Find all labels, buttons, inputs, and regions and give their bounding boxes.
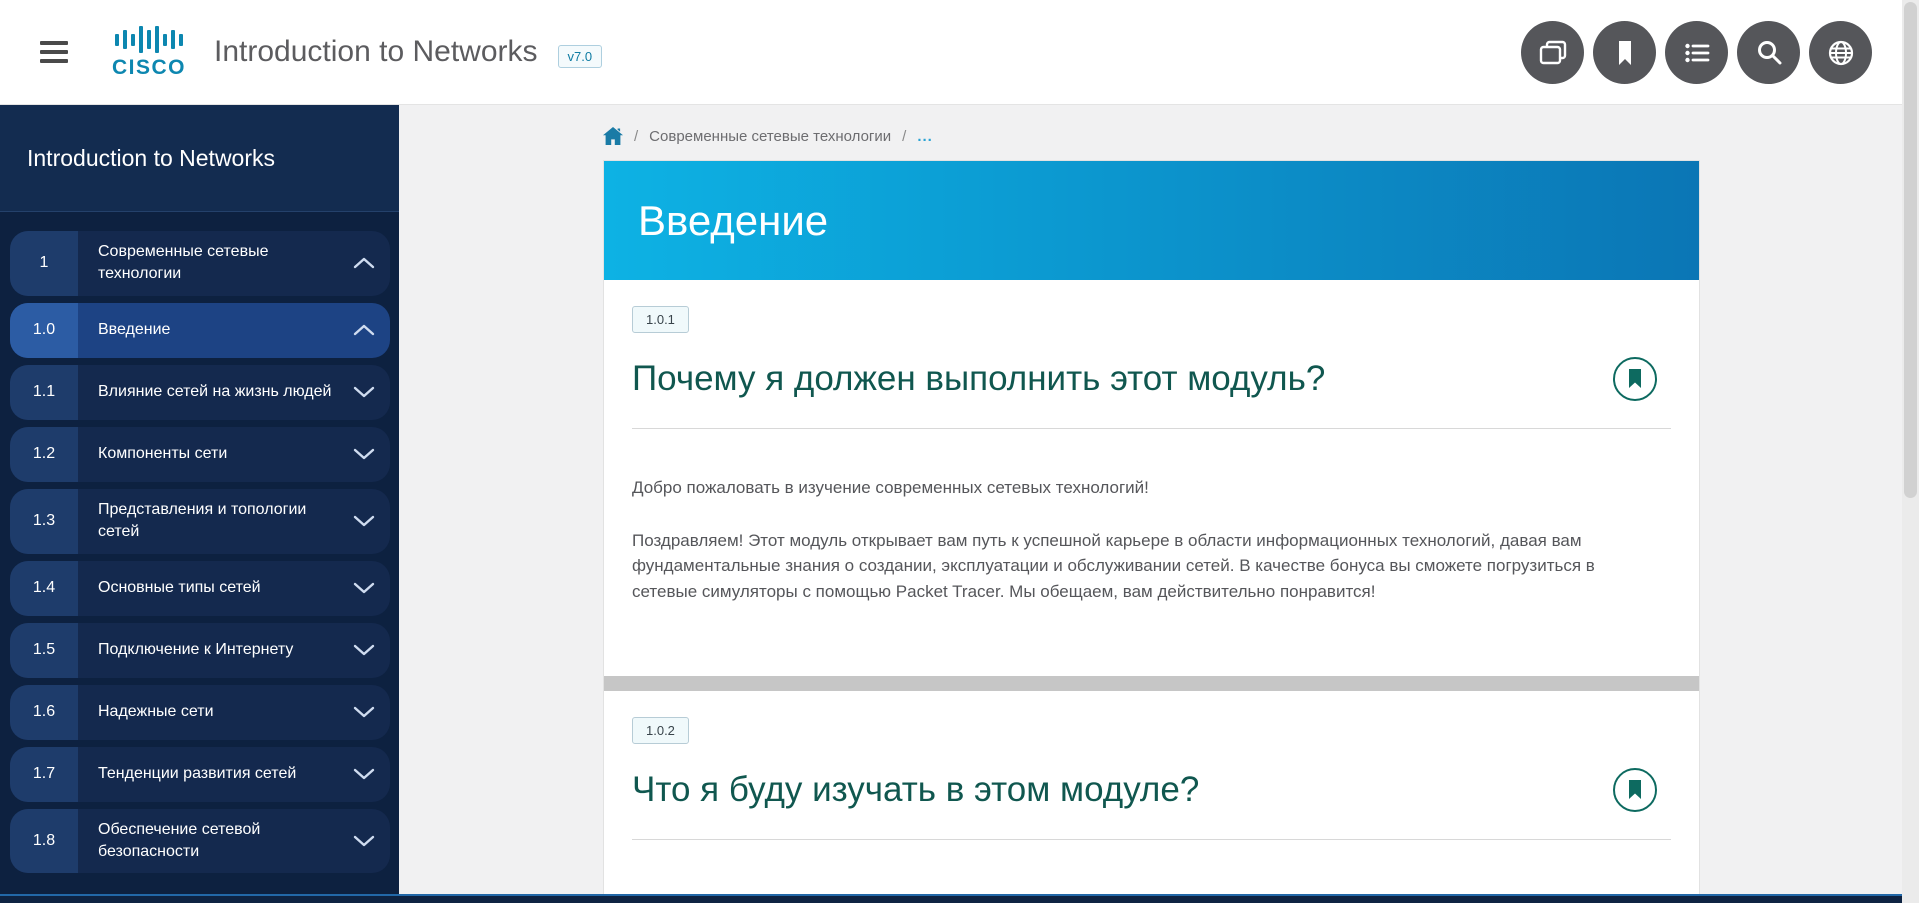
section-divider bbox=[632, 839, 1671, 840]
home-icon[interactable] bbox=[603, 127, 623, 145]
module-number: 1.3 bbox=[10, 489, 78, 554]
sidebar-item-1-2[interactable]: 1.2 Компоненты сети bbox=[10, 427, 390, 482]
chevron-down-icon bbox=[342, 623, 386, 678]
page-scrollbar[interactable] bbox=[1902, 0, 1919, 903]
globe-icon[interactable] bbox=[1809, 21, 1872, 84]
section-title: Почему я должен выполнить этот модуль? bbox=[632, 359, 1325, 399]
section-title: Что я буду изучать в этом модуле? bbox=[632, 770, 1199, 810]
module-number: 1.7 bbox=[10, 747, 78, 802]
module-label: Обеспечение сетевой безопасности bbox=[78, 809, 342, 874]
section-1-0-2: 1.0.2 Что я буду изучать в этом модуле? … bbox=[604, 691, 1699, 903]
module-banner: Введение bbox=[604, 161, 1699, 280]
footer-bar bbox=[0, 894, 1919, 903]
hamburger-menu-icon[interactable] bbox=[40, 36, 68, 69]
chevron-down-icon bbox=[342, 561, 386, 616]
bookmark-icon bbox=[1627, 780, 1643, 800]
bookmark-section-button[interactable] bbox=[1613, 768, 1657, 812]
module-number: 1.0 bbox=[10, 303, 78, 358]
module-label: Тенденции развития сетей bbox=[78, 747, 342, 802]
module-label: Современные сетевые технологии bbox=[78, 231, 342, 296]
module-number: 1.5 bbox=[10, 623, 78, 678]
bookmark-icon[interactable] bbox=[1593, 21, 1656, 84]
section-badge: 1.0.1 bbox=[632, 306, 689, 333]
module-number: 1.2 bbox=[10, 427, 78, 482]
bookmark-icon bbox=[1627, 369, 1643, 389]
sidebar-item-1-3[interactable]: 1.3 Представления и топологии сетей bbox=[10, 489, 390, 554]
header-toolbar bbox=[1521, 21, 1872, 84]
sidebar-item-1-5[interactable]: 1.5 Подключение к Интернету bbox=[10, 623, 390, 678]
module-label: Надежные сети bbox=[78, 685, 342, 740]
chevron-down-icon bbox=[342, 427, 386, 482]
lesson-card: Введение 1.0.1 Почему я должен выполнить… bbox=[603, 160, 1700, 903]
bookmark-section-button[interactable] bbox=[1613, 357, 1657, 401]
section-1-0-1: 1.0.1 Почему я должен выполнить этот мод… bbox=[604, 280, 1699, 676]
version-badge: v7.0 bbox=[558, 45, 603, 68]
sidebar-item-1-1[interactable]: 1.1 Влияние сетей на жизнь людей bbox=[10, 365, 390, 420]
section-separator-bar bbox=[604, 676, 1699, 691]
section-divider bbox=[632, 428, 1671, 429]
sidebar-item-1-7[interactable]: 1.7 Тенденции развития сетей bbox=[10, 747, 390, 802]
module-label: Представления и топологии сетей bbox=[78, 489, 342, 554]
sidebar-item-1-0[interactable]: 1.0 Введение bbox=[10, 303, 390, 358]
chevron-down-icon bbox=[342, 747, 386, 802]
breadcrumb: / Современные сетевые технологии / ... bbox=[603, 127, 1902, 145]
chevron-down-icon bbox=[342, 685, 386, 740]
chevron-up-icon bbox=[342, 231, 386, 296]
sidebar-item-1-4[interactable]: 1.4 Основные типы сетей bbox=[10, 561, 390, 616]
sidebar-item-1-6[interactable]: 1.6 Надежные сети bbox=[10, 685, 390, 740]
breadcrumb-ellipsis[interactable]: ... bbox=[917, 128, 933, 145]
sidebar-item-1-8[interactable]: 1.8 Обеспечение сетевой безопасности bbox=[10, 809, 390, 874]
section-badge: 1.0.2 bbox=[632, 717, 689, 744]
cisco-logo-text: CISCO bbox=[112, 56, 186, 80]
module-label: Основные типы сетей bbox=[78, 561, 342, 616]
cisco-logo[interactable]: CISCO bbox=[112, 25, 186, 80]
sidebar-course-title: Introduction to Networks bbox=[27, 145, 275, 172]
course-title: Introduction to Networks bbox=[214, 35, 537, 69]
module-number: 1.1 bbox=[10, 365, 78, 420]
content-area: / Современные сетевые технологии / ... В… bbox=[399, 105, 1902, 903]
module-number: 1.8 bbox=[10, 809, 78, 874]
section-paragraph: Поздравляем! Этот модуль открывает вам п… bbox=[632, 528, 1657, 605]
chevron-down-icon bbox=[342, 365, 386, 420]
search-icon[interactable] bbox=[1737, 21, 1800, 84]
module-number: 1 bbox=[10, 231, 78, 296]
app-header: CISCO Introduction to Networks v7.0 bbox=[0, 0, 1902, 105]
course-sidebar: Introduction to Networks 1 Современные с… bbox=[0, 105, 399, 903]
module-label: Влияние сетей на жизнь людей bbox=[78, 365, 342, 420]
chevron-down-icon bbox=[342, 809, 386, 874]
cisco-logo-bars-icon bbox=[113, 25, 185, 55]
windows-icon[interactable] bbox=[1521, 21, 1584, 84]
chevron-up-icon bbox=[342, 303, 386, 358]
sidebar-item-module-1[interactable]: 1 Современные сетевые технологии bbox=[10, 231, 390, 296]
sidebar-header: Introduction to Networks bbox=[0, 105, 399, 212]
chevron-down-icon bbox=[342, 489, 386, 554]
section-paragraph: Добро пожаловать в изучение современных … bbox=[632, 475, 1657, 501]
scrollbar-thumb[interactable] bbox=[1904, 2, 1917, 498]
module-label: Компоненты сети bbox=[78, 427, 342, 482]
banner-title: Введение bbox=[638, 197, 828, 245]
module-number: 1.4 bbox=[10, 561, 78, 616]
breadcrumb-separator: / bbox=[634, 128, 638, 145]
module-number: 1.6 bbox=[10, 685, 78, 740]
list-icon[interactable] bbox=[1665, 21, 1728, 84]
module-nav: 1 Современные сетевые технологии 1.0 Вве… bbox=[0, 212, 399, 873]
module-label: Введение bbox=[78, 303, 342, 358]
breadcrumb-module[interactable]: Современные сетевые технологии bbox=[649, 128, 891, 145]
module-label: Подключение к Интернету bbox=[78, 623, 342, 678]
breadcrumb-separator: / bbox=[902, 128, 906, 145]
